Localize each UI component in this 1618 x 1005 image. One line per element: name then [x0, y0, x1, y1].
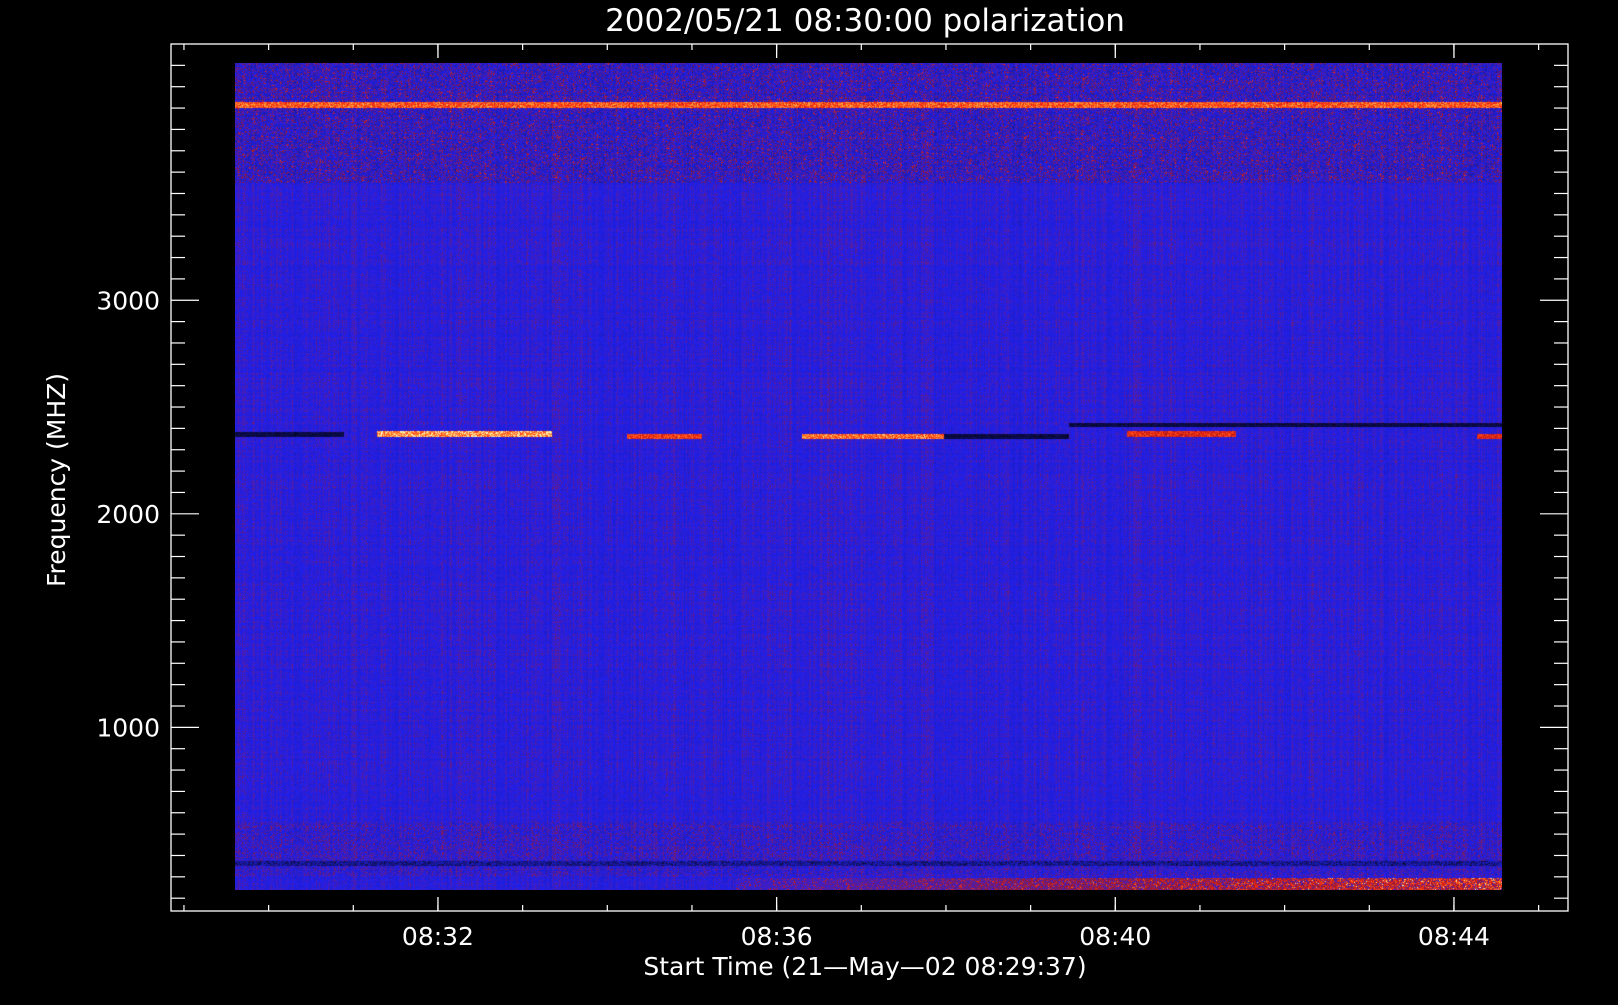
- spectrogram-svg: 2002/05/21 08:30:00 polarization 08:32 08…: [0, 0, 1618, 1000]
- y-axis-label: Frequency (MHZ): [42, 373, 71, 587]
- y-tick-label: 1000: [96, 713, 160, 742]
- spectrogram-chart: 2002/05/21 08:30:00 polarization 08:32 08…: [0, 0, 1618, 1000]
- x-tick-label: 08:36: [741, 922, 813, 951]
- y-tick-label: 2000: [96, 500, 160, 529]
- x-axis-label: Start Time (21—May—02 08:29:37): [643, 952, 1086, 981]
- x-tick-label: 08:44: [1418, 922, 1490, 951]
- spectrogram-heatmap: [235, 63, 1502, 890]
- x-tick-label: 08:40: [1079, 922, 1151, 951]
- x-tick-label: 08:32: [402, 922, 474, 951]
- y-tick-label: 3000: [96, 286, 160, 315]
- chart-title: 2002/05/21 08:30:00 polarization: [605, 3, 1125, 39]
